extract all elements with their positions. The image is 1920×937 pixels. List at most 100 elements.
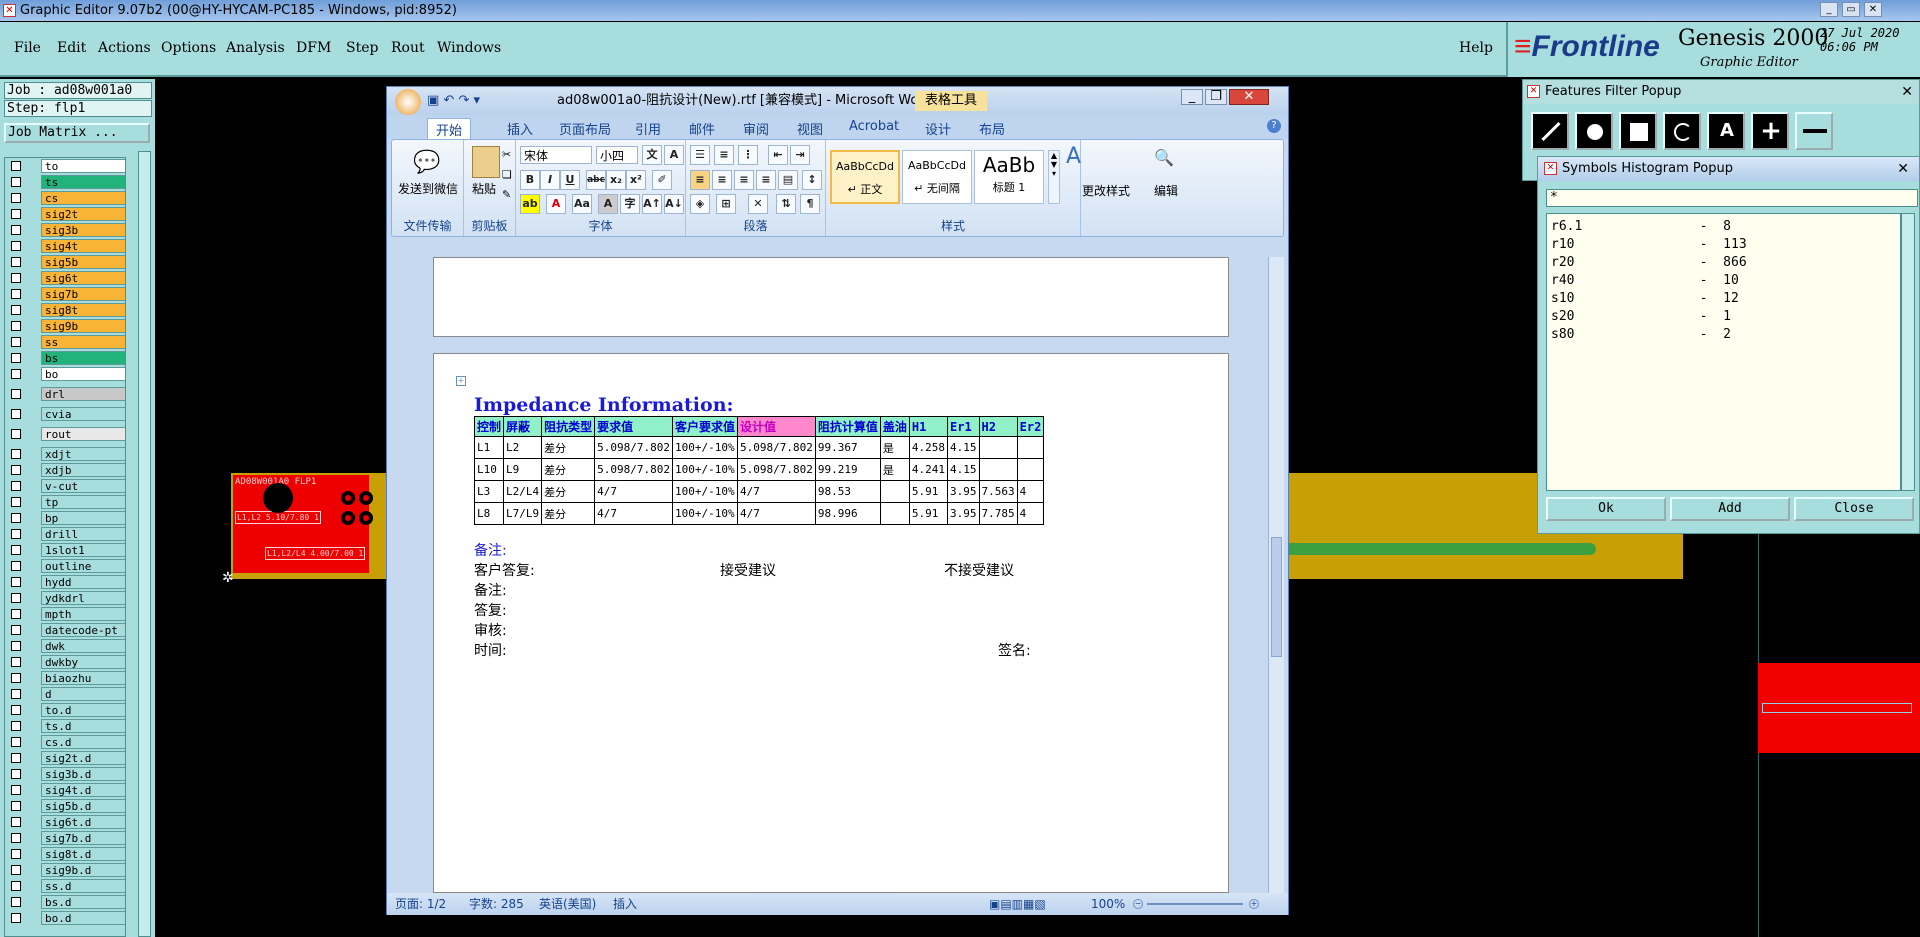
layer-row[interactable]: ss.d bbox=[5, 878, 125, 894]
layer-row[interactable]: ydkdrl bbox=[5, 590, 125, 606]
grow-font-icon[interactable]: A↑ bbox=[642, 194, 662, 214]
table-cell[interactable]: 4 bbox=[1016, 480, 1045, 503]
layer-checkbox[interactable] bbox=[11, 161, 21, 171]
layer-checkbox[interactable] bbox=[11, 289, 21, 299]
multilevel-icon[interactable]: ⋮ bbox=[738, 145, 758, 165]
layer-checkbox[interactable] bbox=[11, 337, 21, 347]
layer-name[interactable]: mpth bbox=[41, 607, 125, 621]
layer-checkbox[interactable] bbox=[11, 721, 21, 731]
layer-checkbox[interactable] bbox=[11, 849, 21, 859]
layer-checkbox[interactable] bbox=[11, 785, 21, 795]
layer-name[interactable]: rout bbox=[41, 427, 125, 441]
word-close-icon[interactable]: ✕ bbox=[1229, 89, 1269, 105]
table-cell[interactable]: 100+/-10% bbox=[672, 436, 739, 459]
symbol-list[interactable]: r6.1 - 8 r10 - 113 r20 - 866 r40 - 10 s10 - … bbox=[1546, 213, 1901, 491]
table-move-handle-icon[interactable]: + bbox=[456, 376, 466, 386]
layer-checkbox[interactable] bbox=[11, 497, 21, 507]
layer-row[interactable]: sig7b bbox=[5, 286, 125, 302]
bullets-icon[interactable]: ☰ bbox=[690, 145, 710, 165]
office-button-icon[interactable] bbox=[395, 89, 421, 115]
symbols-histogram-close-icon[interactable]: ✕ bbox=[1897, 157, 1909, 181]
menu-help[interactable]: Help bbox=[1459, 40, 1493, 56]
find-icon[interactable]: 🔍 bbox=[1154, 148, 1174, 167]
table-cell[interactable]: 98.53 bbox=[814, 480, 881, 503]
symbol-list-scrollbar[interactable] bbox=[1901, 213, 1915, 491]
layer-name[interactable]: v-cut bbox=[41, 479, 125, 493]
layer-row[interactable]: dwk bbox=[5, 638, 125, 654]
arc-filter-icon[interactable] bbox=[1663, 112, 1701, 150]
layer-name[interactable]: to bbox=[41, 159, 125, 173]
layer-checkbox[interactable] bbox=[11, 913, 21, 923]
symbol-list-item[interactable]: r10 - 113 bbox=[1551, 236, 1896, 254]
table-cell[interactable]: L1 bbox=[473, 436, 505, 459]
layer-checkbox[interactable] bbox=[11, 609, 21, 619]
zoom-out-icon[interactable]: − bbox=[1133, 899, 1143, 909]
table-cell[interactable]: 4.15 bbox=[947, 436, 980, 459]
chinese-layout-icon[interactable]: ✕ bbox=[748, 194, 768, 214]
layer-checkbox[interactable] bbox=[11, 209, 21, 219]
layer-name[interactable]: dwk bbox=[41, 639, 125, 653]
layer-row[interactable]: sig3b bbox=[5, 222, 125, 238]
table-cell[interactable]: 4/7 bbox=[737, 480, 816, 503]
table-cell[interactable] bbox=[1016, 458, 1045, 481]
help-icon[interactable]: ? bbox=[1267, 119, 1281, 133]
layer-checkbox[interactable] bbox=[11, 465, 21, 475]
tab-home[interactable]: 开始 bbox=[427, 118, 472, 140]
style-normal[interactable]: AaBbCcDd ↵ 正文 bbox=[830, 150, 900, 204]
table-cell[interactable]: 4/7 bbox=[594, 502, 674, 525]
layer-name[interactable]: sig6t.d bbox=[41, 815, 125, 829]
layer-name[interactable]: sig4t.d bbox=[41, 783, 125, 797]
layer-name[interactable]: dwkby bbox=[41, 655, 125, 669]
line-filter-icon[interactable] bbox=[1531, 112, 1569, 150]
layer-checkbox[interactable] bbox=[11, 833, 21, 843]
layer-name[interactable]: bs.d bbox=[41, 895, 125, 909]
layer-name[interactable]: xdjt bbox=[41, 447, 125, 461]
cut-icon[interactable]: ✂ bbox=[502, 148, 511, 161]
menu-step[interactable]: Step bbox=[346, 40, 378, 56]
menu-rout[interactable]: Rout bbox=[391, 40, 425, 56]
table-cell[interactable]: 4/7 bbox=[737, 502, 816, 525]
minimize-icon[interactable]: _ bbox=[1820, 2, 1838, 17]
symbol-list-item[interactable]: r40 - 10 bbox=[1551, 272, 1896, 290]
table-cell[interactable]: 是 bbox=[879, 436, 910, 459]
layer-name[interactable]: sig8t bbox=[41, 303, 125, 317]
show-marks-icon[interactable]: ¶ bbox=[800, 194, 820, 214]
layer-checkbox[interactable] bbox=[11, 449, 21, 459]
table-cell[interactable]: 3.95 bbox=[947, 480, 980, 503]
menu-options[interactable]: Options bbox=[161, 40, 216, 56]
layer-checkbox[interactable] bbox=[11, 241, 21, 251]
table-cell[interactable] bbox=[1016, 436, 1045, 459]
layer-row[interactable]: drill bbox=[5, 526, 125, 542]
layer-checkbox[interactable] bbox=[11, 305, 21, 315]
table-cell[interactable]: 4.241 bbox=[908, 458, 949, 481]
layer-checkbox[interactable] bbox=[11, 353, 21, 363]
layer-row[interactable]: outline bbox=[5, 558, 125, 574]
layer-checkbox[interactable] bbox=[11, 865, 21, 875]
align-right-icon[interactable]: ≡ bbox=[734, 170, 754, 190]
layer-row[interactable]: sig8t.d bbox=[5, 846, 125, 862]
layer-row[interactable]: sig5b.d bbox=[5, 798, 125, 814]
font-color-icon[interactable]: A bbox=[546, 194, 566, 214]
layer-name[interactable]: sig9b bbox=[41, 319, 125, 333]
shrink-font-icon[interactable]: A↓ bbox=[664, 194, 684, 214]
layer-row[interactable]: ss bbox=[5, 334, 125, 350]
layer-name[interactable]: cs bbox=[41, 191, 125, 205]
layer-checkbox[interactable] bbox=[11, 321, 21, 331]
add-button[interactable]: Add bbox=[1670, 497, 1790, 521]
pad-filter-icon[interactable] bbox=[1575, 112, 1613, 150]
menu-windows[interactable]: Windows bbox=[437, 40, 501, 56]
word-restore-icon[interactable]: ❐ bbox=[1205, 89, 1227, 105]
symbol-list-item[interactable]: r20 - 866 bbox=[1551, 254, 1896, 272]
tab-layout[interactable]: 布局 bbox=[979, 119, 1005, 138]
doc-scrollbar[interactable] bbox=[1268, 257, 1284, 893]
layer-checkbox[interactable] bbox=[11, 705, 21, 715]
quick-access-icons[interactable]: ▣ ↶ ↷ ▾ bbox=[427, 87, 480, 115]
table-cell[interactable]: L7/L9 bbox=[503, 502, 543, 525]
layer-row[interactable]: cs.d bbox=[5, 734, 125, 750]
layer-checkbox[interactable] bbox=[11, 369, 21, 379]
layer-name[interactable]: tp bbox=[41, 495, 125, 509]
layer-checkbox[interactable] bbox=[11, 257, 21, 267]
layer-name[interactable]: ss bbox=[41, 335, 125, 349]
sort-icon[interactable]: ⇅ bbox=[776, 194, 796, 214]
table-cell[interactable]: 5.098/7.802 bbox=[737, 458, 816, 481]
